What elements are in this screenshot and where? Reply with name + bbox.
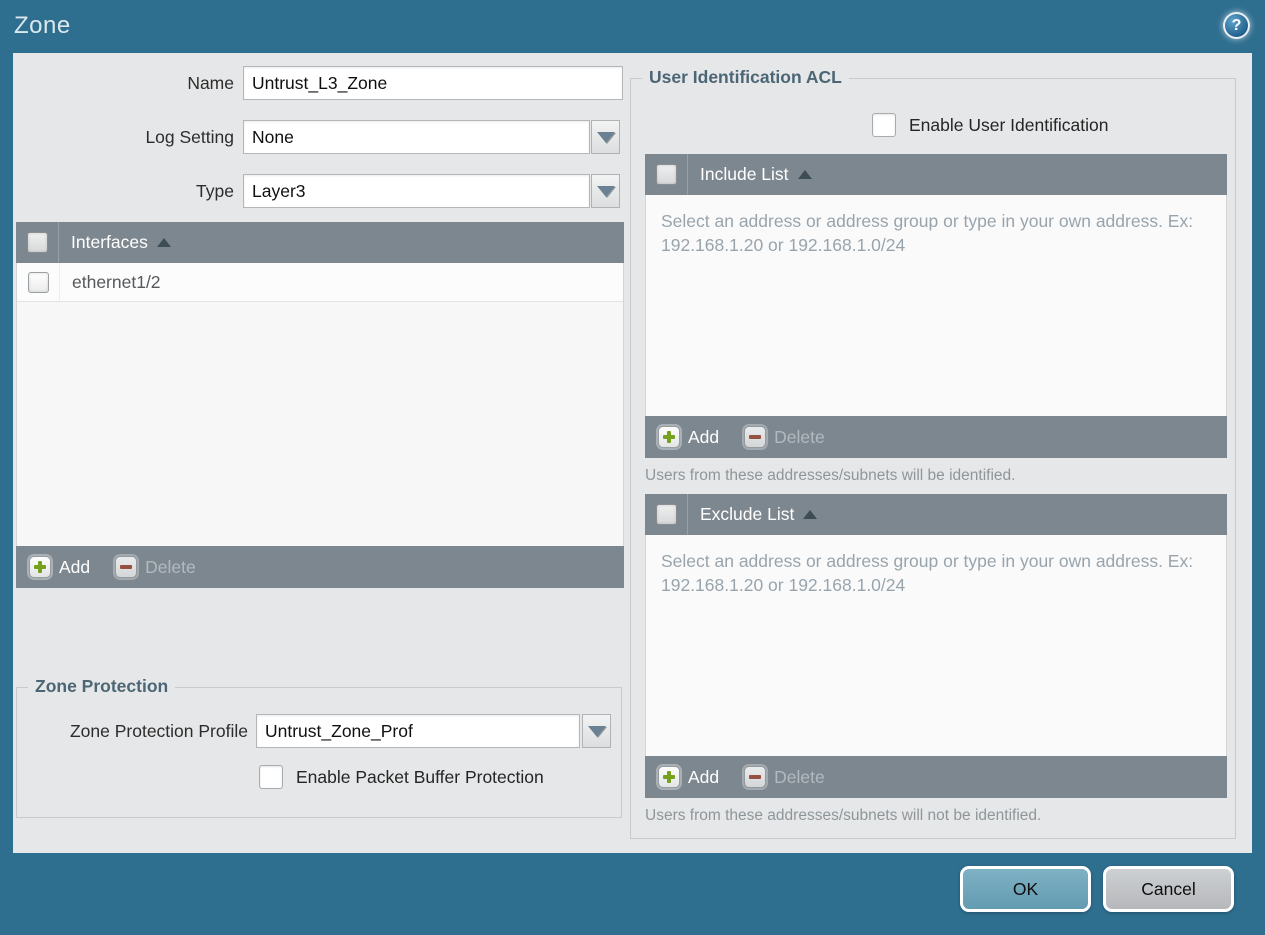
zone-protection-dropdown-arrow-icon[interactable] — [582, 714, 611, 748]
dialog-titlebar: Zone ? — [0, 0, 1265, 53]
type-select[interactable] — [243, 174, 590, 208]
delete-minus-icon — [744, 766, 767, 788]
log-setting-dropdown-arrow-icon[interactable] — [591, 120, 620, 154]
interfaces-select-all-checkbox[interactable] — [26, 232, 48, 253]
zone-protection-profile-label: Zone Protection Profile — [69, 721, 248, 741]
sort-ascending-icon — [797, 170, 812, 179]
interfaces-table: Interfaces ethernet1/2 Add Delete — [16, 222, 624, 588]
exclude-list-footer: Add Delete — [645, 756, 1227, 798]
interfaces-header-label: Interfaces — [71, 232, 148, 252]
type-dropdown-arrow-icon[interactable] — [591, 174, 620, 208]
exclude-delete-button[interactable]: Delete — [744, 766, 825, 788]
interface-name: ethernet1/2 — [72, 271, 161, 292]
zone-protection-section: Zone Protection Zone Protection Profile … — [16, 676, 622, 818]
exclude-list-header[interactable]: Exclude List — [645, 494, 1227, 535]
zone-protection-profile-select[interactable] — [256, 714, 580, 748]
dialog-body: Name Log Setting Type Interfaces etherne… — [13, 53, 1252, 853]
interfaces-footer: Add Delete — [16, 546, 624, 588]
interfaces-add-button[interactable]: Add — [29, 556, 90, 578]
enable-packet-buffer-checkbox[interactable] — [259, 765, 283, 789]
delete-label: Delete — [774, 766, 825, 787]
interfaces-delete-button[interactable]: Delete — [115, 556, 196, 578]
dropdown-arrow-icon — [596, 185, 615, 197]
include-list-footer: Add Delete — [645, 416, 1227, 458]
zone-dialog-screen: { "window": { "title": "Zone" }, "colors… — [0, 0, 1265, 935]
name-input[interactable] — [243, 66, 623, 100]
enable-packet-buffer-label: Enable Packet Buffer Protection — [296, 766, 544, 787]
include-hint-text: Users from these addresses/subnets will … — [645, 467, 1016, 484]
help-icon[interactable]: ? — [1223, 12, 1250, 39]
sort-ascending-icon — [803, 510, 818, 519]
delete-minus-icon — [744, 426, 767, 448]
add-label: Add — [59, 556, 91, 577]
include-column-title: Include List — [688, 154, 812, 195]
include-list-table: Include List Select an address or addres… — [645, 154, 1227, 458]
exclude-hint-text: Users from these addresses/subnets will … — [645, 807, 1042, 824]
name-label: Name — [187, 73, 234, 93]
include-select-all-cell — [645, 154, 688, 195]
exclude-column-title: Exclude List — [688, 494, 818, 535]
help-glyph: ? — [1231, 16, 1242, 34]
enable-user-identification-row: Enable User Identification — [872, 113, 1108, 137]
log-setting-select[interactable] — [243, 120, 590, 154]
include-list-header[interactable]: Include List — [645, 154, 1227, 195]
packet-buffer-row: Enable Packet Buffer Protection — [259, 765, 544, 789]
zone-protection-legend: Zone Protection — [28, 676, 176, 697]
exclude-select-all-checkbox[interactable] — [655, 504, 677, 525]
include-header-label: Include List — [700, 164, 789, 184]
include-add-button[interactable]: Add — [658, 426, 719, 448]
include-placeholder: Select an address or address group or ty… — [661, 211, 1194, 255]
exclude-header-label: Exclude List — [700, 504, 795, 524]
add-plus-icon — [658, 426, 680, 448]
add-label: Add — [688, 766, 720, 787]
user-identification-section: User Identification ACL Enable User Iden… — [630, 67, 1236, 839]
user-identification-legend: User Identification ACL — [642, 67, 849, 88]
interfaces-header[interactable]: Interfaces — [16, 222, 624, 263]
exclude-add-button[interactable]: Add — [658, 766, 719, 788]
dropdown-arrow-icon — [596, 131, 615, 143]
include-select-all-checkbox[interactable] — [655, 164, 677, 185]
delete-label: Delete — [774, 426, 825, 447]
include-list-body[interactable]: Select an address or address group or ty… — [645, 195, 1227, 416]
interfaces-column-title: Interfaces — [59, 222, 171, 263]
delete-label: Delete — [145, 556, 196, 577]
table-row[interactable]: ethernet1/2 — [17, 263, 623, 302]
enable-user-identification-checkbox[interactable] — [872, 113, 896, 137]
delete-minus-icon — [115, 556, 138, 578]
include-delete-button[interactable]: Delete — [744, 426, 825, 448]
cancel-button[interactable]: Cancel — [1103, 866, 1234, 912]
add-label: Add — [688, 426, 720, 447]
exclude-list-table: Exclude List Select an address or addres… — [645, 494, 1227, 798]
type-label: Type — [196, 181, 234, 201]
interface-row-checkbox[interactable] — [27, 271, 49, 293]
row-checkbox-cell — [17, 263, 60, 301]
log-setting-label: Log Setting — [145, 127, 234, 147]
exclude-list-body[interactable]: Select an address or address group or ty… — [645, 535, 1227, 756]
sort-ascending-icon — [156, 238, 171, 247]
exclude-placeholder: Select an address or address group or ty… — [661, 551, 1194, 595]
enable-user-identification-label: Enable User Identification — [909, 114, 1109, 135]
add-plus-icon — [658, 766, 680, 788]
exclude-select-all-cell — [645, 494, 688, 535]
ok-button[interactable]: OK — [960, 866, 1091, 912]
dialog-title: Zone — [14, 12, 71, 39]
interfaces-select-all-cell — [16, 222, 59, 263]
interfaces-body: ethernet1/2 — [16, 263, 624, 546]
dropdown-arrow-icon — [587, 725, 606, 737]
add-plus-icon — [29, 556, 51, 578]
